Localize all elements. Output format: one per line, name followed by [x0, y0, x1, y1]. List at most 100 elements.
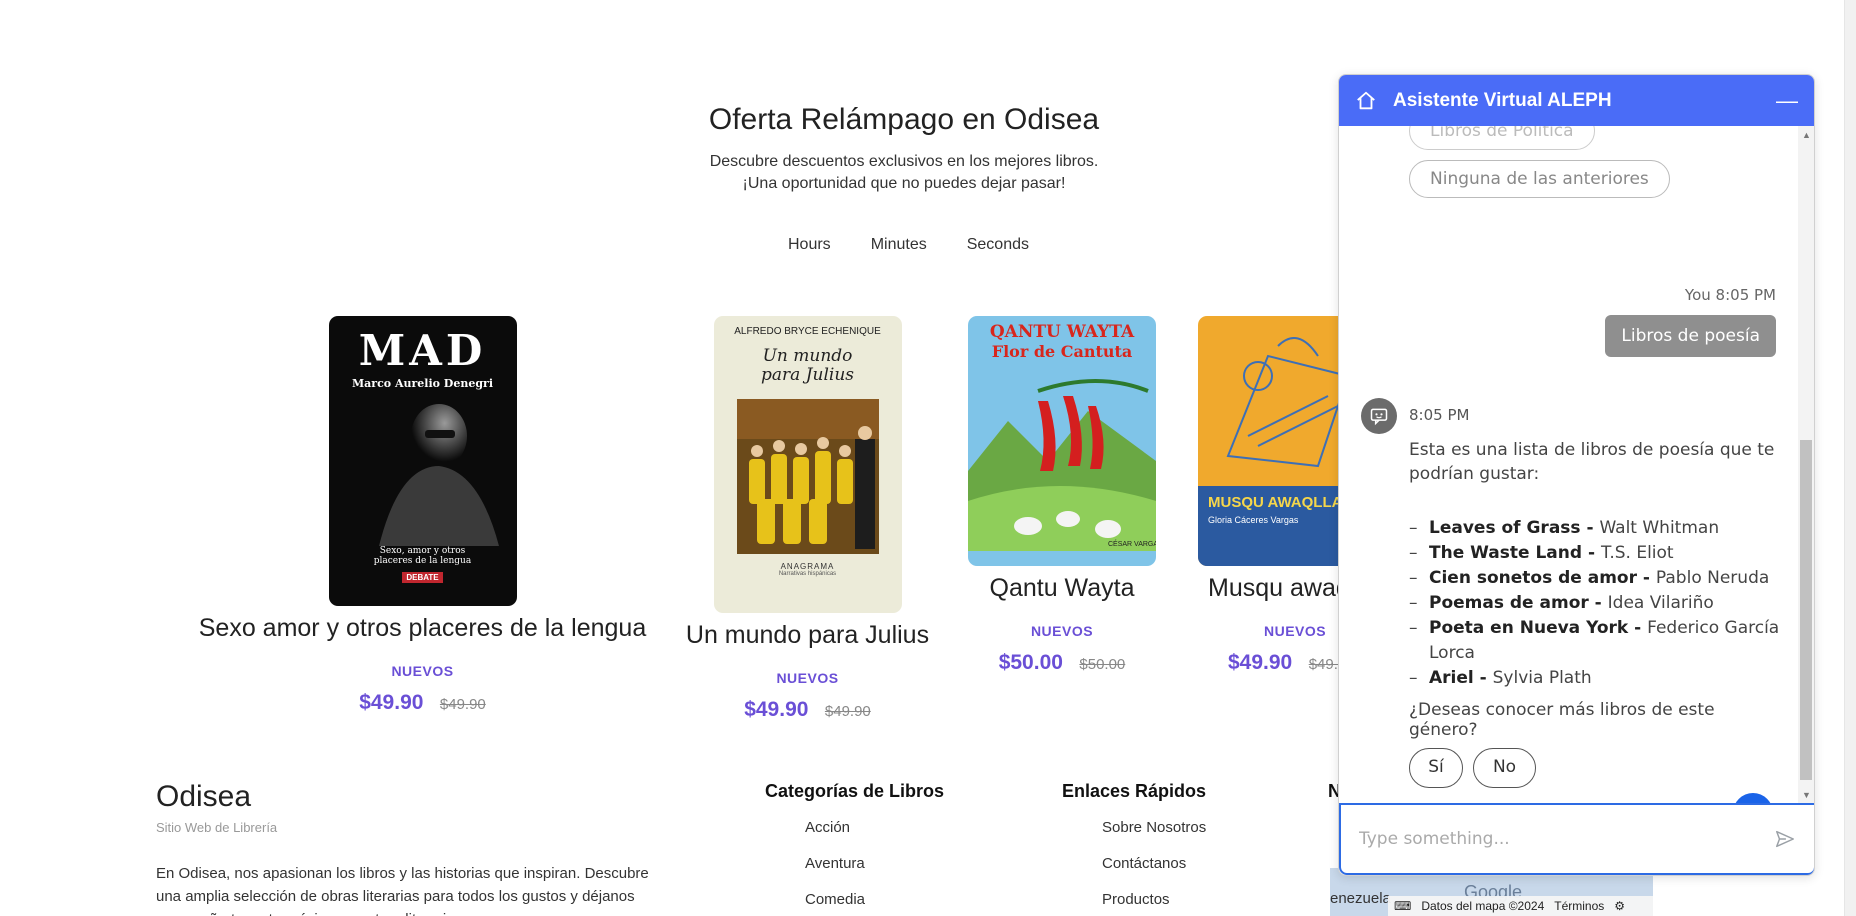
book-author: Pablo Neruda	[1655, 568, 1770, 588]
home-icon[interactable]	[1355, 90, 1377, 112]
option-chip[interactable]: Ninguna de las anteriores	[1409, 160, 1670, 198]
cover-author: ALFREDO BRYCE ECHENIQUE	[734, 326, 881, 337]
cover-publisher: ANAGRAMA	[780, 562, 835, 571]
map-terms-link[interactable]: Términos	[1554, 899, 1604, 913]
list-item: – Cien sonetos de amor - Pablo Neruda	[1409, 568, 1770, 588]
product-card[interactable]: ALFREDO BRYCE ECHENIQUE Un mundo para Ju…	[675, 316, 940, 722]
product-old-price: $50.00	[1079, 656, 1126, 673]
book-cover-image[interactable]: QANTU WAYTA Flor de Cantuta CÉSAR VARGAS…	[968, 316, 1156, 566]
footer-quick-link[interactable]: Sobre Nosotros	[1102, 819, 1206, 836]
product-title[interactable]: Sexo amor y otros placeres de la lengua	[190, 614, 655, 643]
list-item: – Leaves of Grass - Walt Whitman	[1409, 518, 1720, 538]
scroll-down-arrow-icon[interactable]: ▼	[1802, 790, 1811, 800]
cover-title: MAD	[358, 326, 487, 375]
user-message-meta: You 8:05 PM	[1685, 286, 1776, 304]
send-icon[interactable]	[1774, 828, 1796, 850]
chat-header: Asistente Virtual ALEPH —	[1339, 75, 1814, 126]
list-item: – Poemas de amor - Idea Vilariño	[1409, 593, 1714, 613]
product-badge: NUEVOS	[776, 670, 839, 686]
chat-title: Asistente Virtual ALEPH	[1393, 89, 1612, 111]
bot-message-time: 8:05 PM	[1409, 406, 1470, 424]
countdown-timer: Hours Minutes Seconds	[788, 236, 1029, 254]
footer-brand[interactable]: Odisea	[156, 780, 251, 814]
footer-category-link[interactable]: Acción	[805, 819, 850, 836]
cover-author: Marco Aurelio Denegri	[351, 377, 493, 390]
product-price: $49.90	[1228, 651, 1293, 674]
minimize-icon[interactable]: —	[1776, 88, 1798, 114]
cover-photo	[736, 399, 879, 554]
timer-minutes-label: Minutes	[870, 236, 927, 253]
chat-widget: Asistente Virtual ALEPH — Libros de Polí…	[1338, 74, 1815, 876]
cover-title: QANTU WAYTA	[989, 322, 1135, 342]
footer-quick-link[interactable]: Contáctanos	[1102, 855, 1186, 872]
settings-icon[interactable]: ⚙	[1614, 899, 1625, 913]
book-title: The Waste Land	[1429, 543, 1583, 563]
product-prices: $49.90 $49.90	[190, 691, 655, 715]
product-prices: $49.90 $49.90	[675, 698, 940, 722]
product-title[interactable]: Qantu Wayta	[962, 574, 1162, 603]
chat-scrollbar[interactable]: ▲ ▼	[1798, 126, 1814, 804]
timer-hours-label: Hours	[788, 236, 831, 253]
chat-bot-icon	[1370, 408, 1388, 426]
book-cover-image[interactable]: MAD Marco Aurelio Denegri Sexo, amor y o…	[328, 316, 517, 606]
cover-title: Un mundo para Julius	[761, 346, 854, 385]
book-title: Leaves of Grass	[1429, 518, 1581, 538]
footer-category-link[interactable]: Aventura	[805, 855, 865, 872]
cover-subtitle: Sexo, amor y otros placeres de la lengua	[373, 546, 472, 566]
cover-illustration: CÉSAR VARGAS ARCE	[968, 379, 1156, 551]
product-prices: $50.00 $50.00	[962, 651, 1162, 675]
footer-category-link[interactable]: Comedia	[805, 891, 865, 908]
cover-series: Narrativas hispánicas	[778, 571, 837, 577]
scroll-up-arrow-icon[interactable]: ▲	[1802, 130, 1811, 140]
book-title: Poemas de amor	[1429, 593, 1589, 613]
user-message-time: 8:05 PM	[1715, 286, 1776, 304]
footer-quick-link[interactable]: Productos	[1102, 891, 1170, 908]
bot-avatar	[1361, 398, 1397, 434]
book-cover-image[interactable]: ALFREDO BRYCE ECHENIQUE Un mundo para Ju…	[713, 316, 902, 613]
book-recommendation-list: – Leaves of Grass - Walt Whitman – The Was…	[1409, 516, 1784, 691]
book-author: Sylvia Plath	[1492, 668, 1592, 688]
bot-message-intro: Esta es una lista de libros de poesía qu…	[1409, 440, 1775, 484]
page-scrollbar[interactable]	[1844, 0, 1856, 916]
keyboard-icon[interactable]: ⌨	[1394, 899, 1411, 913]
reply-yes-button[interactable]: Sí	[1409, 748, 1463, 788]
timer-seconds-label: Seconds	[966, 236, 1029, 253]
footer-categories-title: Categorías de Libros	[765, 781, 945, 801]
cover-publisher: DEBATE	[402, 572, 443, 583]
map-attribution-bar: ⌨ Datos del mapa ©2024 Términos ⚙	[1388, 896, 1653, 916]
chat-input-bar	[1339, 803, 1814, 875]
list-item: – Poeta en Nueva York - Federico García L…	[1409, 618, 1780, 663]
list-item: – Ariel - Sylvia Plath	[1409, 668, 1592, 688]
map-data-label: Datos del mapa ©2024	[1421, 899, 1545, 913]
book-title: Cien sonetos de amor	[1429, 568, 1637, 588]
footer-description: En Odisea, nos apasionan los libros y la…	[156, 865, 649, 916]
book-author: Walt Whitman	[1599, 518, 1720, 538]
product-old-price: $49.90	[439, 696, 486, 713]
product-price: $49.90	[744, 698, 809, 721]
book-title: Poeta en Nueva York	[1429, 618, 1629, 638]
option-chip[interactable]: Libros de Política	[1409, 126, 1595, 150]
chat-message-input[interactable]	[1359, 829, 1774, 849]
footer-links-title: Enlaces Rápidos	[1062, 781, 1207, 801]
product-old-price: $49.90	[824, 703, 871, 720]
cover-subtitle: Flor de Cantuta	[991, 342, 1133, 361]
chat-messages[interactable]: Libros de Política Ninguna de las anteri…	[1339, 126, 1814, 804]
product-card[interactable]: MAD Marco Aurelio Denegri Sexo, amor y o…	[190, 316, 655, 715]
bot-question: ¿Deseas conocer más libros de este géner…	[1409, 700, 1715, 740]
book-author: T.S. Eliot	[1600, 543, 1674, 563]
product-card[interactable]: QANTU WAYTA Flor de Cantuta CÉSAR VARGAS…	[962, 316, 1162, 675]
product-price: $49.90	[359, 691, 424, 714]
product-badge: NUEVOS	[391, 663, 454, 679]
map-label: enezuela	[1330, 890, 1391, 907]
list-item: – The Waste Land - T.S. Eliot	[1409, 543, 1674, 563]
user-sender: You	[1684, 286, 1711, 304]
cover-author: CÉSAR VARGAS ARCE	[1108, 539, 1156, 548]
chat-scrollbar-thumb[interactable]	[1800, 440, 1812, 780]
product-badge: NUEVOS	[1030, 623, 1094, 639]
author-photo	[378, 404, 499, 546]
book-author: Idea Vilariño	[1607, 593, 1714, 613]
reply-no-button[interactable]: No	[1473, 748, 1536, 788]
product-price: $50.00	[998, 651, 1063, 674]
user-message-bubble: Libros de poesía	[1605, 315, 1776, 357]
product-title[interactable]: Un mundo para Julius	[675, 621, 940, 650]
